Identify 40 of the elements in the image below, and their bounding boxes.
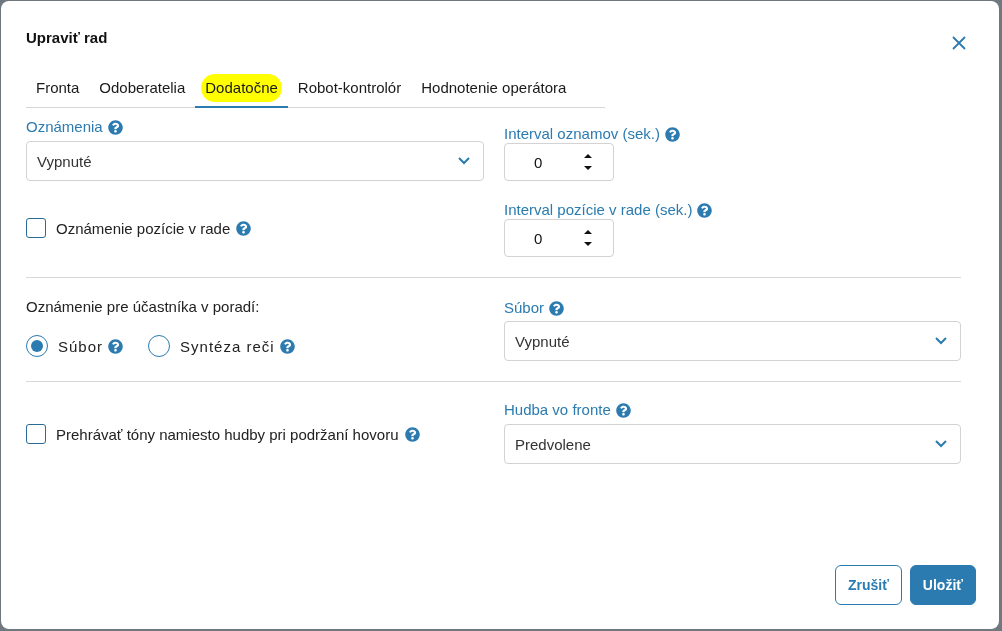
tab[interactable]: Fronta: [26, 72, 90, 108]
help-icon[interactable]: [236, 220, 252, 236]
checkbox-label: Oznámenie pozície v rade: [56, 219, 231, 237]
number-field[interactable]: 0: [504, 143, 614, 181]
help-icon[interactable]: [107, 119, 123, 135]
checkbox[interactable]: [26, 218, 46, 238]
help-icon[interactable]: [279, 338, 295, 354]
help-icon[interactable]: [615, 402, 631, 418]
help-icon[interactable]: [697, 202, 713, 218]
field-label: Interval pozície v rade (sek.): [504, 201, 693, 219]
field-label: Interval oznamov (sek.): [504, 125, 660, 143]
close-icon: [952, 36, 966, 50]
select-field[interactable]: Predvolene: [504, 424, 961, 464]
save-button[interactable]: Uložiť: [909, 565, 976, 605]
chevron-down-icon: [935, 440, 947, 448]
radio-label: Syntéza reči: [180, 337, 275, 355]
help-icon[interactable]: [404, 426, 420, 442]
number-field[interactable]: 0: [504, 219, 614, 257]
dialog-title: Upraviť rad: [26, 29, 108, 47]
radio-label: Súbor: [58, 337, 104, 355]
chevron-down-icon: [458, 157, 470, 165]
cancel-button[interactable]: Zrušiť: [834, 565, 902, 605]
tab[interactable]: Robot-kontrolór: [287, 72, 412, 108]
checkbox[interactable]: [26, 424, 46, 444]
help-icon[interactable]: [549, 300, 565, 316]
spinner-arrows-icon[interactable]: [584, 229, 592, 247]
field-label: Oznámenie pre účastníka v poradí:: [26, 297, 260, 317]
spinner-arrows-icon[interactable]: [584, 153, 592, 171]
tab[interactable]: Hodnotenie operátora: [411, 72, 577, 108]
chevron-down-icon: [935, 337, 947, 345]
help-icon[interactable]: [664, 126, 680, 142]
field-label: Oznámenia: [26, 117, 103, 137]
field-label: Súbor: [504, 299, 545, 317]
close-button[interactable]: [952, 36, 966, 50]
select-field[interactable]: Vypnuté: [504, 321, 961, 361]
select-field[interactable]: Vypnuté: [26, 141, 484, 181]
tab[interactable]: Odoberatelia: [89, 72, 196, 108]
field-label: Hudba vo fronte: [504, 401, 611, 419]
checkbox-label: Prehrávať tóny namiesto hudby pri podržaní hovoru: [56, 425, 399, 443]
help-icon[interactable]: [108, 338, 124, 354]
